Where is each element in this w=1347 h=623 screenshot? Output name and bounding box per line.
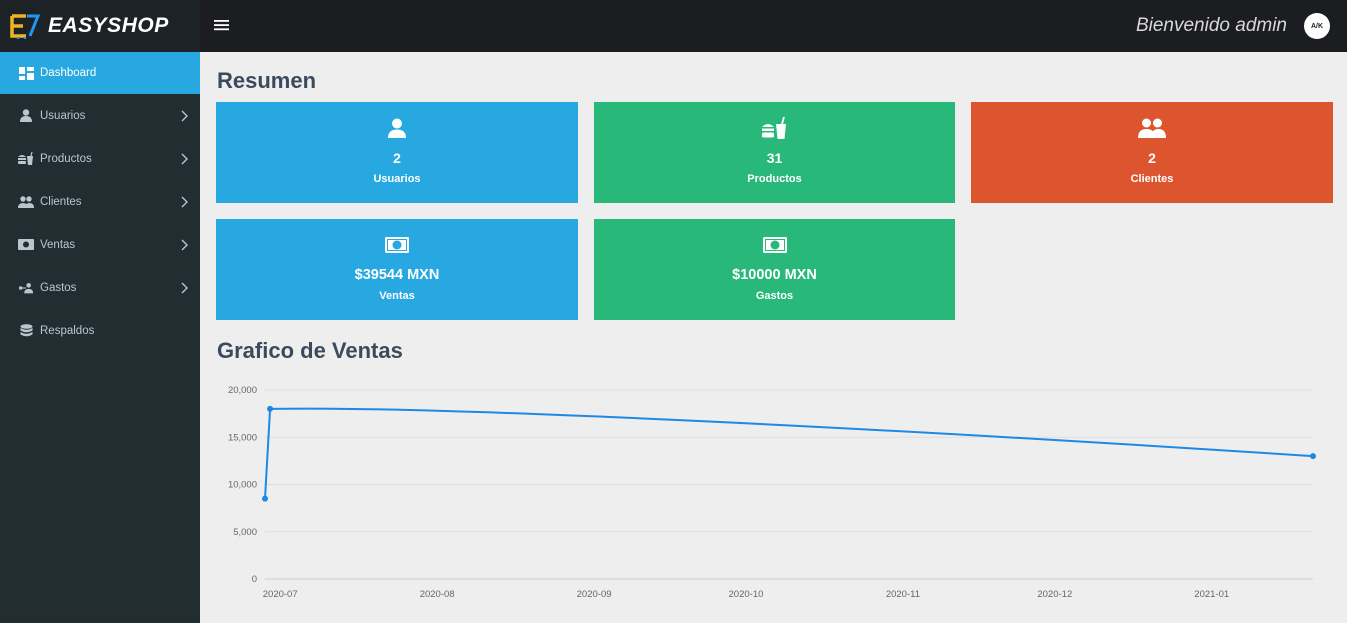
card-label: Clientes — [1130, 173, 1174, 185]
avatar-text: A/K — [1310, 22, 1324, 30]
sidebar-item-label: Ventas — [40, 238, 76, 251]
sidebar-item-label: Usuarios — [40, 109, 86, 122]
money-icon — [762, 233, 787, 257]
chart-title: Grafico de Ventas — [217, 338, 403, 363]
x-axis: 2020-07 2020-08 2020-09 2020-10 2020-11 2020-… — [263, 589, 1229, 600]
card-label: Gastos — [755, 290, 794, 302]
y-tick-label: 15,000 — [228, 432, 257, 443]
sidebar-item-productos[interactable]: Productos — [0, 137, 200, 180]
sidebar: EASYSHOP Dashboard Usuarios Productos Cl… — [0, 0, 200, 623]
chevron-right-icon — [181, 153, 188, 164]
y-tick-label: 5,000 — [233, 527, 257, 538]
sidebar-item-gastos[interactable]: Gastos — [0, 266, 200, 309]
card-clientes[interactable]: 2 Clientes — [971, 102, 1333, 203]
chevron-right-icon — [181, 239, 188, 250]
sidebar-item-label: Dashboard — [40, 67, 97, 79]
card-value: 31 — [766, 150, 783, 166]
card-value: $10000 MXN — [732, 267, 817, 283]
avatar[interactable]: A/K — [1304, 13, 1330, 39]
cart-logo-icon — [10, 14, 40, 39]
dashboard-icon — [18, 66, 34, 80]
card-label: Productos — [747, 173, 802, 185]
y-tick-label: 20,000 — [228, 385, 257, 396]
hamburger-icon[interactable] — [214, 19, 230, 31]
card-label: Ventas — [379, 290, 415, 302]
chart-series — [262, 405, 1316, 502]
card-productos[interactable]: 31 Productos — [594, 102, 955, 203]
users-icon — [18, 195, 34, 209]
sidebar-item-clientes[interactable]: Clientes — [0, 180, 200, 223]
brand-name: EASYSHOP — [48, 14, 169, 37]
x-tick-label: 2020-07 — [263, 589, 298, 600]
users-icon — [1138, 116, 1166, 140]
x-tick-label: 2021-01 — [1194, 589, 1229, 600]
data-point — [267, 405, 274, 412]
x-tick-label: 2020-08 — [420, 589, 455, 600]
y-tick-label: 0 — [252, 574, 257, 585]
chevron-right-icon — [181, 282, 188, 293]
x-tick-label: 2020-12 — [1037, 589, 1072, 600]
card-gastos[interactable]: $10000 MXN Gastos — [594, 219, 955, 320]
sidebar-item-label: Clientes — [40, 195, 82, 208]
y-tick-label: 10,000 — [228, 480, 257, 491]
food-icon — [18, 152, 34, 166]
card-value: 2 — [393, 150, 401, 166]
card-label: Usuarios — [373, 173, 421, 185]
series-line — [264, 407, 1314, 499]
x-tick-label: 2020-09 — [577, 589, 612, 600]
chart-grid — [265, 389, 1313, 580]
brand[interactable]: EASYSHOP — [0, 0, 200, 52]
chevron-right-icon — [181, 110, 188, 121]
sidebar-item-label: Productos — [40, 152, 92, 165]
sidebar-item-dashboard[interactable]: Dashboard — [0, 52, 200, 94]
chevron-right-icon — [181, 196, 188, 207]
summary-title: Resumen — [217, 68, 317, 93]
people-carry-icon — [18, 281, 34, 295]
user-icon — [18, 109, 34, 123]
sidebar-item-usuarios[interactable]: Usuarios — [0, 94, 200, 137]
sidebar-item-ventas[interactable]: Ventas — [0, 223, 200, 266]
x-tick-label: 2020-11 — [886, 589, 920, 600]
food-icon — [761, 116, 788, 140]
sidebar-item-label: Respaldos — [40, 324, 95, 337]
topbar: Bienvenido admin A/K — [200, 0, 1347, 52]
x-tick-label: 2020-10 — [729, 589, 764, 600]
money-icon — [385, 233, 409, 257]
card-ventas[interactable]: $39544 MXN Ventas — [216, 219, 578, 320]
user-icon — [387, 116, 407, 140]
welcome-text: Bienvenido admin — [1135, 15, 1287, 36]
card-value: $39544 MXN — [354, 267, 440, 283]
database-icon — [18, 323, 34, 338]
data-point — [262, 495, 268, 502]
card-value: 2 — [1148, 150, 1156, 166]
money-icon — [18, 238, 34, 252]
y-axis: 0 5,000 10,000 15,000 20,000 — [228, 385, 257, 585]
sidebar-item-label: Gastos — [40, 281, 77, 294]
card-usuarios[interactable]: 2 Usuarios — [216, 102, 578, 203]
sidebar-menu: Dashboard Usuarios Productos Clientes Ve… — [0, 52, 200, 352]
data-point — [1310, 453, 1316, 460]
sidebar-item-respaldos[interactable]: Respaldos — [0, 309, 200, 352]
sales-line-chart: 05,00010,00015,00020,000 2020-07 2020-08 2… — [228, 385, 1316, 600]
